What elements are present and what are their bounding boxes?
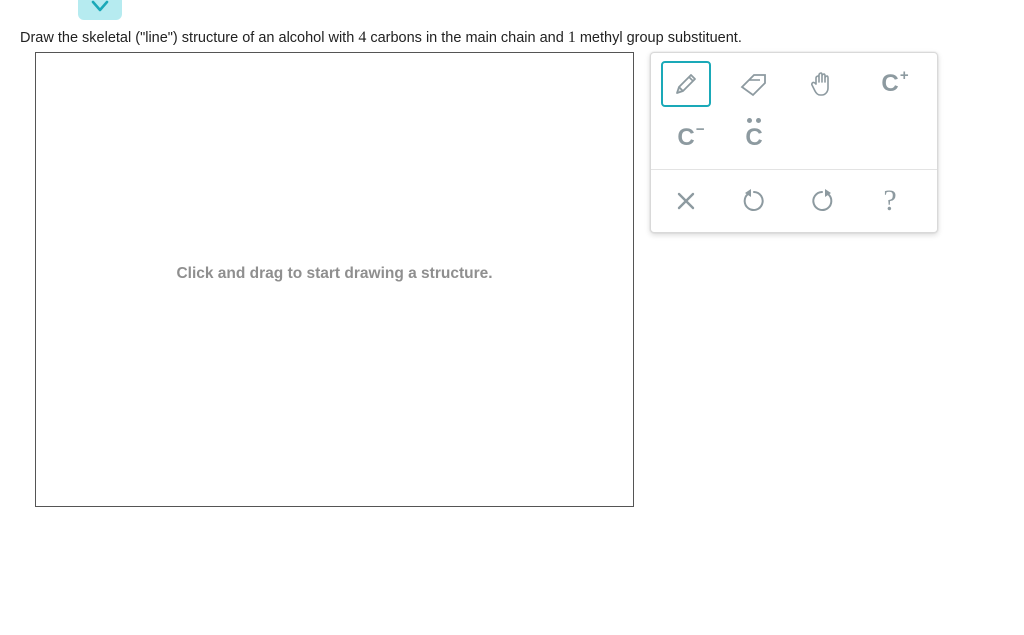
tool-row-1: C+	[651, 53, 937, 115]
carbon-anion-button[interactable]: C−	[661, 115, 711, 161]
draw-tool-button[interactable]	[661, 61, 711, 107]
cminus-icon: C−	[677, 126, 694, 150]
undo-icon	[741, 188, 767, 214]
question-num2: 1	[568, 29, 576, 46]
cminus-letter: C	[677, 124, 694, 151]
help-button[interactable]: ?	[865, 178, 915, 224]
question-prefix: Draw the skeletal ("line") structure of …	[20, 30, 358, 46]
question-suffix: methyl group substituent.	[576, 30, 742, 46]
move-tool-button[interactable]	[797, 61, 847, 107]
cradical-letter: C	[745, 124, 762, 151]
redo-icon	[809, 188, 835, 214]
carbon-cation-button[interactable]: C+	[865, 61, 915, 107]
carbon-radical-button[interactable]: C	[729, 115, 779, 161]
eraser-icon	[738, 71, 770, 97]
close-icon	[675, 190, 697, 212]
chevron-down-icon	[91, 0, 109, 13]
help-icon: ?	[883, 184, 896, 218]
question-mid: carbons in the main chain and	[366, 30, 568, 46]
cplus-letter: C	[881, 70, 898, 97]
drawing-canvas[interactable]: Click and drag to start drawing a struct…	[35, 52, 634, 507]
cradical-icon: C	[745, 126, 762, 150]
expand-badge[interactable]	[78, 0, 122, 20]
cplus-icon: C+	[881, 72, 898, 96]
erase-tool-button[interactable]	[729, 61, 779, 107]
canvas-placeholder: Click and drag to start drawing a struct…	[170, 264, 500, 285]
tool-row-3: ?	[651, 170, 937, 232]
pencil-icon	[671, 69, 701, 99]
hand-icon	[807, 69, 837, 99]
toolbox: C+ C− C	[650, 52, 938, 233]
undo-button[interactable]	[729, 178, 779, 224]
clear-button[interactable]	[661, 178, 711, 224]
question-text: Draw the skeletal ("line") structure of …	[20, 29, 742, 47]
redo-button[interactable]	[797, 178, 847, 224]
tool-row-2: C− C	[651, 115, 937, 169]
